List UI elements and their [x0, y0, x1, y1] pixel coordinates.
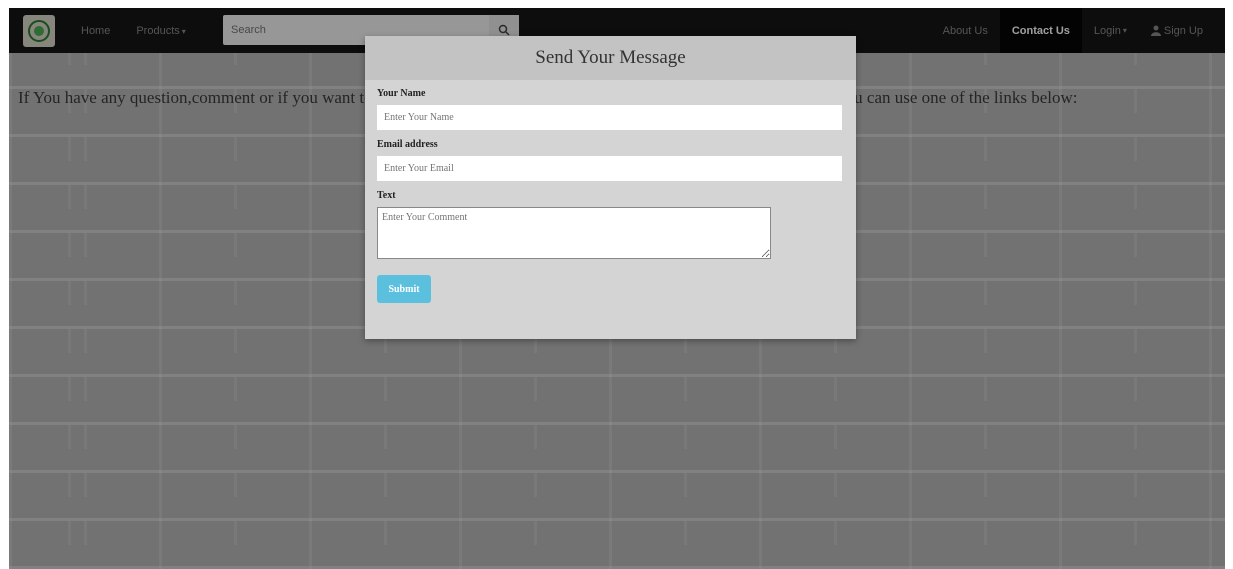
name-field[interactable]	[377, 105, 842, 130]
contact-form: Your Name Email address Text Submit	[365, 80, 856, 303]
email-label: Email address	[377, 139, 438, 150]
contact-modal: Send Your Message Your Name Email addres…	[365, 36, 856, 339]
text-label: Text	[377, 190, 396, 201]
comment-textarea[interactable]	[377, 207, 771, 259]
name-label: Your Name	[377, 88, 426, 99]
submit-button[interactable]: Submit	[377, 275, 431, 303]
modal-title: Send Your Message	[365, 36, 856, 80]
email-field[interactable]	[377, 156, 842, 181]
